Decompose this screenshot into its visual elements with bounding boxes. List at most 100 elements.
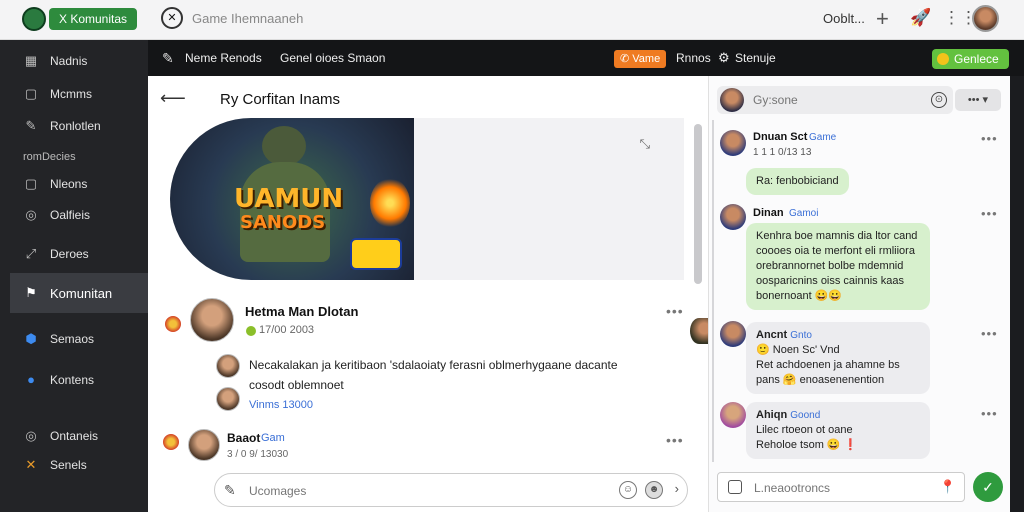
expand-icon: ⤢ [25,246,37,261]
banner-logo-text: UAMUN [234,184,344,214]
sidebar: ▦ Nadnis ▢ Mcmms ✎ Ronlotlen romDecies ▢… [0,40,148,512]
wrench-icon: ✎ [162,50,174,66]
rocket-icon[interactable]: 🚀 [910,8,931,28]
account-label[interactable]: Ooblt... [823,11,865,26]
sidebar-item-label: Kontens [50,373,95,387]
top-bar: X Komunitas ✕ Game Ihemnaaneh Ooblt... +… [0,0,1024,40]
circle-icon: ◎ [25,207,37,222]
chat-tag[interactable]: Gnto [790,330,812,341]
reaction-icon[interactable] [165,316,181,332]
post-body-text: cosodt oblemnoet [249,378,344,392]
more-options-icon[interactable]: ••• [981,326,998,341]
avatar[interactable] [190,298,234,342]
game-close-icon[interactable]: ✕ [161,7,183,29]
sidebar-item-deroes[interactable]: ⤢ Deroes [10,239,148,269]
sidebar-item-senels[interactable]: ✕ Senels [10,450,148,480]
emoji-icon[interactable]: ☺ [619,481,637,499]
main-scrollbar[interactable] [694,124,702,284]
more-options-icon[interactable]: ••• [981,206,998,221]
pen-icon: ✎ [224,482,236,498]
expand-icon[interactable]: ⤡ [640,136,650,152]
more-options-icon[interactable]: ••• [981,406,998,421]
comment-input[interactable] [249,481,609,501]
sidebar-item-komunitan[interactable]: ⚑ Komunitan [10,273,148,313]
sidebar-item-ronlotlen[interactable]: ✎ Ronlotlen [10,111,148,141]
add-icon[interactable]: + [876,6,889,32]
post-link[interactable]: Vinms 13000 [249,399,313,411]
sticker-icon[interactable]: ☻ [645,481,663,499]
chat-bubble-line: bonernoant 😀😀 [756,290,843,302]
comment-tag[interactable]: Gam [261,432,285,444]
sidebar-item-label: Oalfieis [50,208,91,222]
chat-author[interactable]: Dnuan Sct [753,131,807,143]
avatar[interactable] [216,354,240,378]
header-link[interactable]: Rnnos [676,51,711,65]
avatar[interactable] [690,318,708,344]
sidebar-item-nleons[interactable]: ▢ Nleons [10,169,148,199]
chat-bubble-line: coooes oia te merfont eli rmliiora [756,245,915,257]
chat-search-input[interactable] [753,91,903,109]
breadcrumb-item[interactable]: Neme Renods [185,51,262,65]
more-options-icon[interactable]: ••• [666,303,684,319]
avatar[interactable] [720,88,744,112]
chat-panel: ⊙ ••• ▾ Dnuan Sct Game 1 1 1 0/13 13 •••… [708,76,1010,512]
content-header: ✎ Neme Renods Genel oioes Smaon ✆ Vame R… [148,40,1024,76]
banner-logo-text: SANODS [240,212,326,233]
sidebar-item-label: Senels [50,458,87,472]
chat-author[interactable]: Ahiqn [756,409,787,421]
game-badge-button[interactable]: ✆ Vame [614,50,667,68]
community-tab-button[interactable]: X Komunitas [49,8,138,30]
avatar[interactable] [188,429,220,461]
back-arrow-icon[interactable]: ⟵ [160,88,186,109]
chat-bubble-line: Ret achdoenen ja ahamne bs [756,359,900,371]
chat-bubble-line: pans 🤗 enoasenenention [756,374,885,386]
user-avatar[interactable] [972,5,999,32]
sidebar-item-kontens[interactable]: ● Kontens [10,365,148,395]
chat-author[interactable]: Ancnt [756,329,787,341]
sidebar-item-label: Deroes [50,247,89,261]
avatar[interactable] [720,204,746,230]
sidebar-item-oalfieis[interactable]: ◎ Oalfieis [10,200,148,230]
sidebar-item-ontaneis[interactable]: ◎ Ontaneis [10,421,148,451]
send-button[interactable]: ✓ [973,472,1003,502]
chat-tag[interactable]: Gamoi [789,208,818,219]
chat-tag[interactable]: Goond [790,410,820,421]
header-link[interactable]: Stenuje [735,51,776,65]
chat-menu-button[interactable]: ••• ▾ [955,89,1001,111]
chat-tag[interactable]: Game [809,132,836,143]
status-dot-icon [246,326,256,336]
attach-icon[interactable] [728,480,742,494]
sidebar-item-semaos[interactable]: ⬢ Semaos [10,324,148,354]
coin-icon [937,53,949,65]
more-options-icon[interactable]: ••• [666,432,684,448]
chat-input-box: 📍 [717,472,965,502]
comment-author[interactable]: Baaot [227,431,260,445]
chat-bubble-line: Kenhra boe mamnis dia ltor cand [756,230,918,242]
sidebar-item-mcmms[interactable]: ▢ Mcmms [10,79,148,109]
chat-author[interactable]: Dinan [753,207,784,219]
chevron-right-icon[interactable]: › [675,481,679,496]
chat-subline: 1 1 1 0/13 13 [753,147,812,158]
reaction-icon[interactable] [163,434,179,450]
avatar[interactable] [216,387,240,411]
avatar[interactable] [720,321,746,347]
more-options-icon[interactable]: ••• [981,131,998,146]
join-button-label: Genlece [954,52,999,66]
chat-message-input[interactable] [754,479,924,497]
sidebar-item-label: Nleons [50,177,88,191]
sidebar-item-nadnis[interactable]: ▦ Nadnis [10,46,148,76]
breadcrumb-item[interactable]: Genel oioes Smaon [280,51,385,65]
post-author[interactable]: Hetma Man Dlotan [245,304,358,319]
search-icon[interactable]: ⊙ [931,92,947,108]
chat-scrollbar[interactable] [712,120,714,462]
location-pin-icon[interactable]: 📍 [940,479,956,495]
sidebar-item-label: Ronlotlen [50,119,101,133]
sidebar-section-label: romDecies [23,151,76,163]
settings-icon[interactable]: ⚙ [718,50,730,66]
avatar[interactable] [720,402,746,428]
avatar[interactable] [720,130,746,156]
chat-bubble-line: orebrannornet bolbe mdemnid [756,260,904,272]
chat-bubble-line: oosparicnins oiss cainnis kaas [756,275,904,287]
app-logo-icon[interactable] [22,7,46,31]
join-button[interactable]: Genlece [932,49,1009,69]
